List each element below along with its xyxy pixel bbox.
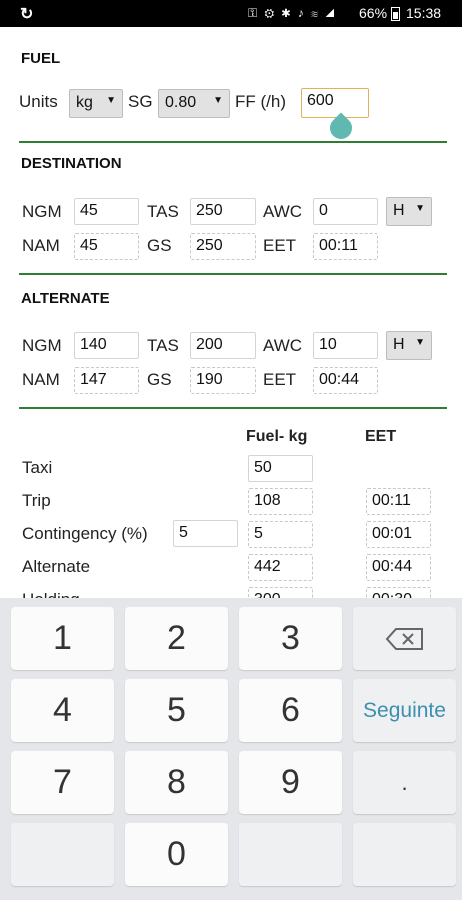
chevron-down-icon: ▼ [415, 337, 425, 348]
alt-wind-select[interactable]: H ▼ [386, 331, 432, 360]
backspace-icon [385, 628, 423, 650]
row-label-taxi: Taxi [22, 458, 53, 477]
sync-icon: ↻ [20, 6, 34, 23]
chevron-down-icon: ▼ [213, 95, 223, 106]
alt-ngm-input[interactable]: 140 [74, 332, 139, 359]
fuel-flow-input[interactable]: 600 [301, 88, 369, 118]
alternate-fuel-value: 442 [248, 554, 313, 581]
units-select[interactable]: kg ▼ [69, 89, 123, 118]
dest-tas-label: TAS [147, 202, 179, 221]
alt-awc-label: AWC [263, 336, 303, 355]
alt-eet-label: EET [263, 370, 297, 389]
dest-ngm-label: NGM [22, 202, 62, 221]
key-6[interactable]: 6 [239, 679, 342, 742]
battery-percent: 66% [359, 5, 388, 21]
dest-eet-label: EET [263, 236, 297, 255]
trip-eet-value: 00:11 [366, 488, 431, 515]
eet-column-header: EET [365, 428, 397, 445]
alt-gs-value: 190 [190, 367, 256, 394]
fuel-column-header: Fuel- kg [246, 428, 308, 445]
alt-tas-label: TAS [147, 336, 179, 355]
chevron-down-icon: ▼ [415, 203, 425, 214]
dest-gs-value: 250 [190, 233, 256, 260]
key-5[interactable]: 5 [125, 679, 228, 742]
backspace-key[interactable] [353, 607, 456, 670]
dest-awc-input[interactable]: 0 [313, 198, 378, 225]
status-icons: ⚿ ⚙ ✱ ♪ ≋ ◢ [248, 6, 337, 20]
dest-nam-label: NAM [22, 236, 60, 255]
dest-wind-value: H [393, 202, 405, 219]
key-2[interactable]: 2 [125, 607, 228, 670]
clock: 15:38 [406, 5, 442, 21]
contingency-eet-value: 00:01 [366, 521, 431, 548]
fuel-section-title: FUEL [21, 50, 61, 67]
taxi-fuel-input[interactable]: 50 [248, 455, 313, 482]
trip-fuel-value: 108 [248, 488, 313, 515]
row-label-alternate: Alternate [22, 557, 91, 576]
key-3[interactable]: 3 [239, 607, 342, 670]
battery-icon [391, 7, 400, 21]
alternate-section-title: ALTERNATE [21, 290, 110, 307]
alt-tas-input[interactable]: 200 [190, 332, 256, 359]
contingency-percent-input[interactable]: 5 [173, 520, 238, 547]
ff-label: FF (/h) [235, 92, 286, 111]
dest-gs-label: GS [147, 236, 172, 255]
row-label-trip: Trip [22, 491, 51, 510]
alternate-eet-value: 00:44 [366, 554, 431, 581]
blank-key-right [353, 823, 456, 886]
status-bar: ↻ ⚿ ⚙ ✱ ♪ ≋ ◢ 66% 15:38 [0, 0, 462, 27]
sg-select-value: 0.80 [165, 94, 197, 111]
units-label: Units [19, 92, 58, 111]
key-7[interactable]: 7 [11, 751, 114, 814]
key-0[interactable]: 0 [125, 823, 228, 886]
destination-section-title: DESTINATION [21, 155, 122, 172]
divider [19, 407, 447, 409]
alt-eet-value: 00:44 [313, 367, 378, 394]
alt-ngm-label: NGM [22, 336, 62, 355]
key-decimal[interactable]: . [353, 751, 456, 814]
dest-eet-value: 00:11 [313, 233, 378, 260]
key-8[interactable]: 8 [125, 751, 228, 814]
dest-wind-select[interactable]: H ▼ [386, 197, 432, 226]
key-1[interactable]: 1 [11, 607, 114, 670]
contingency-fuel-value: 5 [248, 521, 313, 548]
dest-tas-input[interactable]: 250 [190, 198, 256, 225]
key-4[interactable]: 4 [11, 679, 114, 742]
alt-wind-value: H [393, 336, 405, 353]
chevron-down-icon: ▼ [106, 95, 116, 106]
dest-awc-label: AWC [263, 202, 303, 221]
dest-ngm-input[interactable]: 45 [74, 198, 139, 225]
alt-nam-label: NAM [22, 370, 60, 389]
units-select-value: kg [76, 94, 93, 111]
next-key[interactable]: Seguinte [353, 679, 456, 742]
numeric-keyboard: 1 2 3 4 5 6 Seguinte 7 8 9 . 0 [0, 598, 462, 900]
divider [19, 141, 447, 143]
alt-awc-input[interactable]: 10 [313, 332, 378, 359]
alt-gs-label: GS [147, 370, 172, 389]
divider [19, 273, 447, 275]
key-9[interactable]: 9 [239, 751, 342, 814]
sg-select[interactable]: 0.80 ▼ [158, 89, 230, 118]
row-label-contingency: Contingency (%) [22, 524, 148, 543]
blank-key-middle [239, 823, 342, 886]
dest-nam-value: 45 [74, 233, 139, 260]
alt-nam-value: 147 [74, 367, 139, 394]
sg-label: SG [128, 92, 153, 111]
blank-key-left [11, 823, 114, 886]
